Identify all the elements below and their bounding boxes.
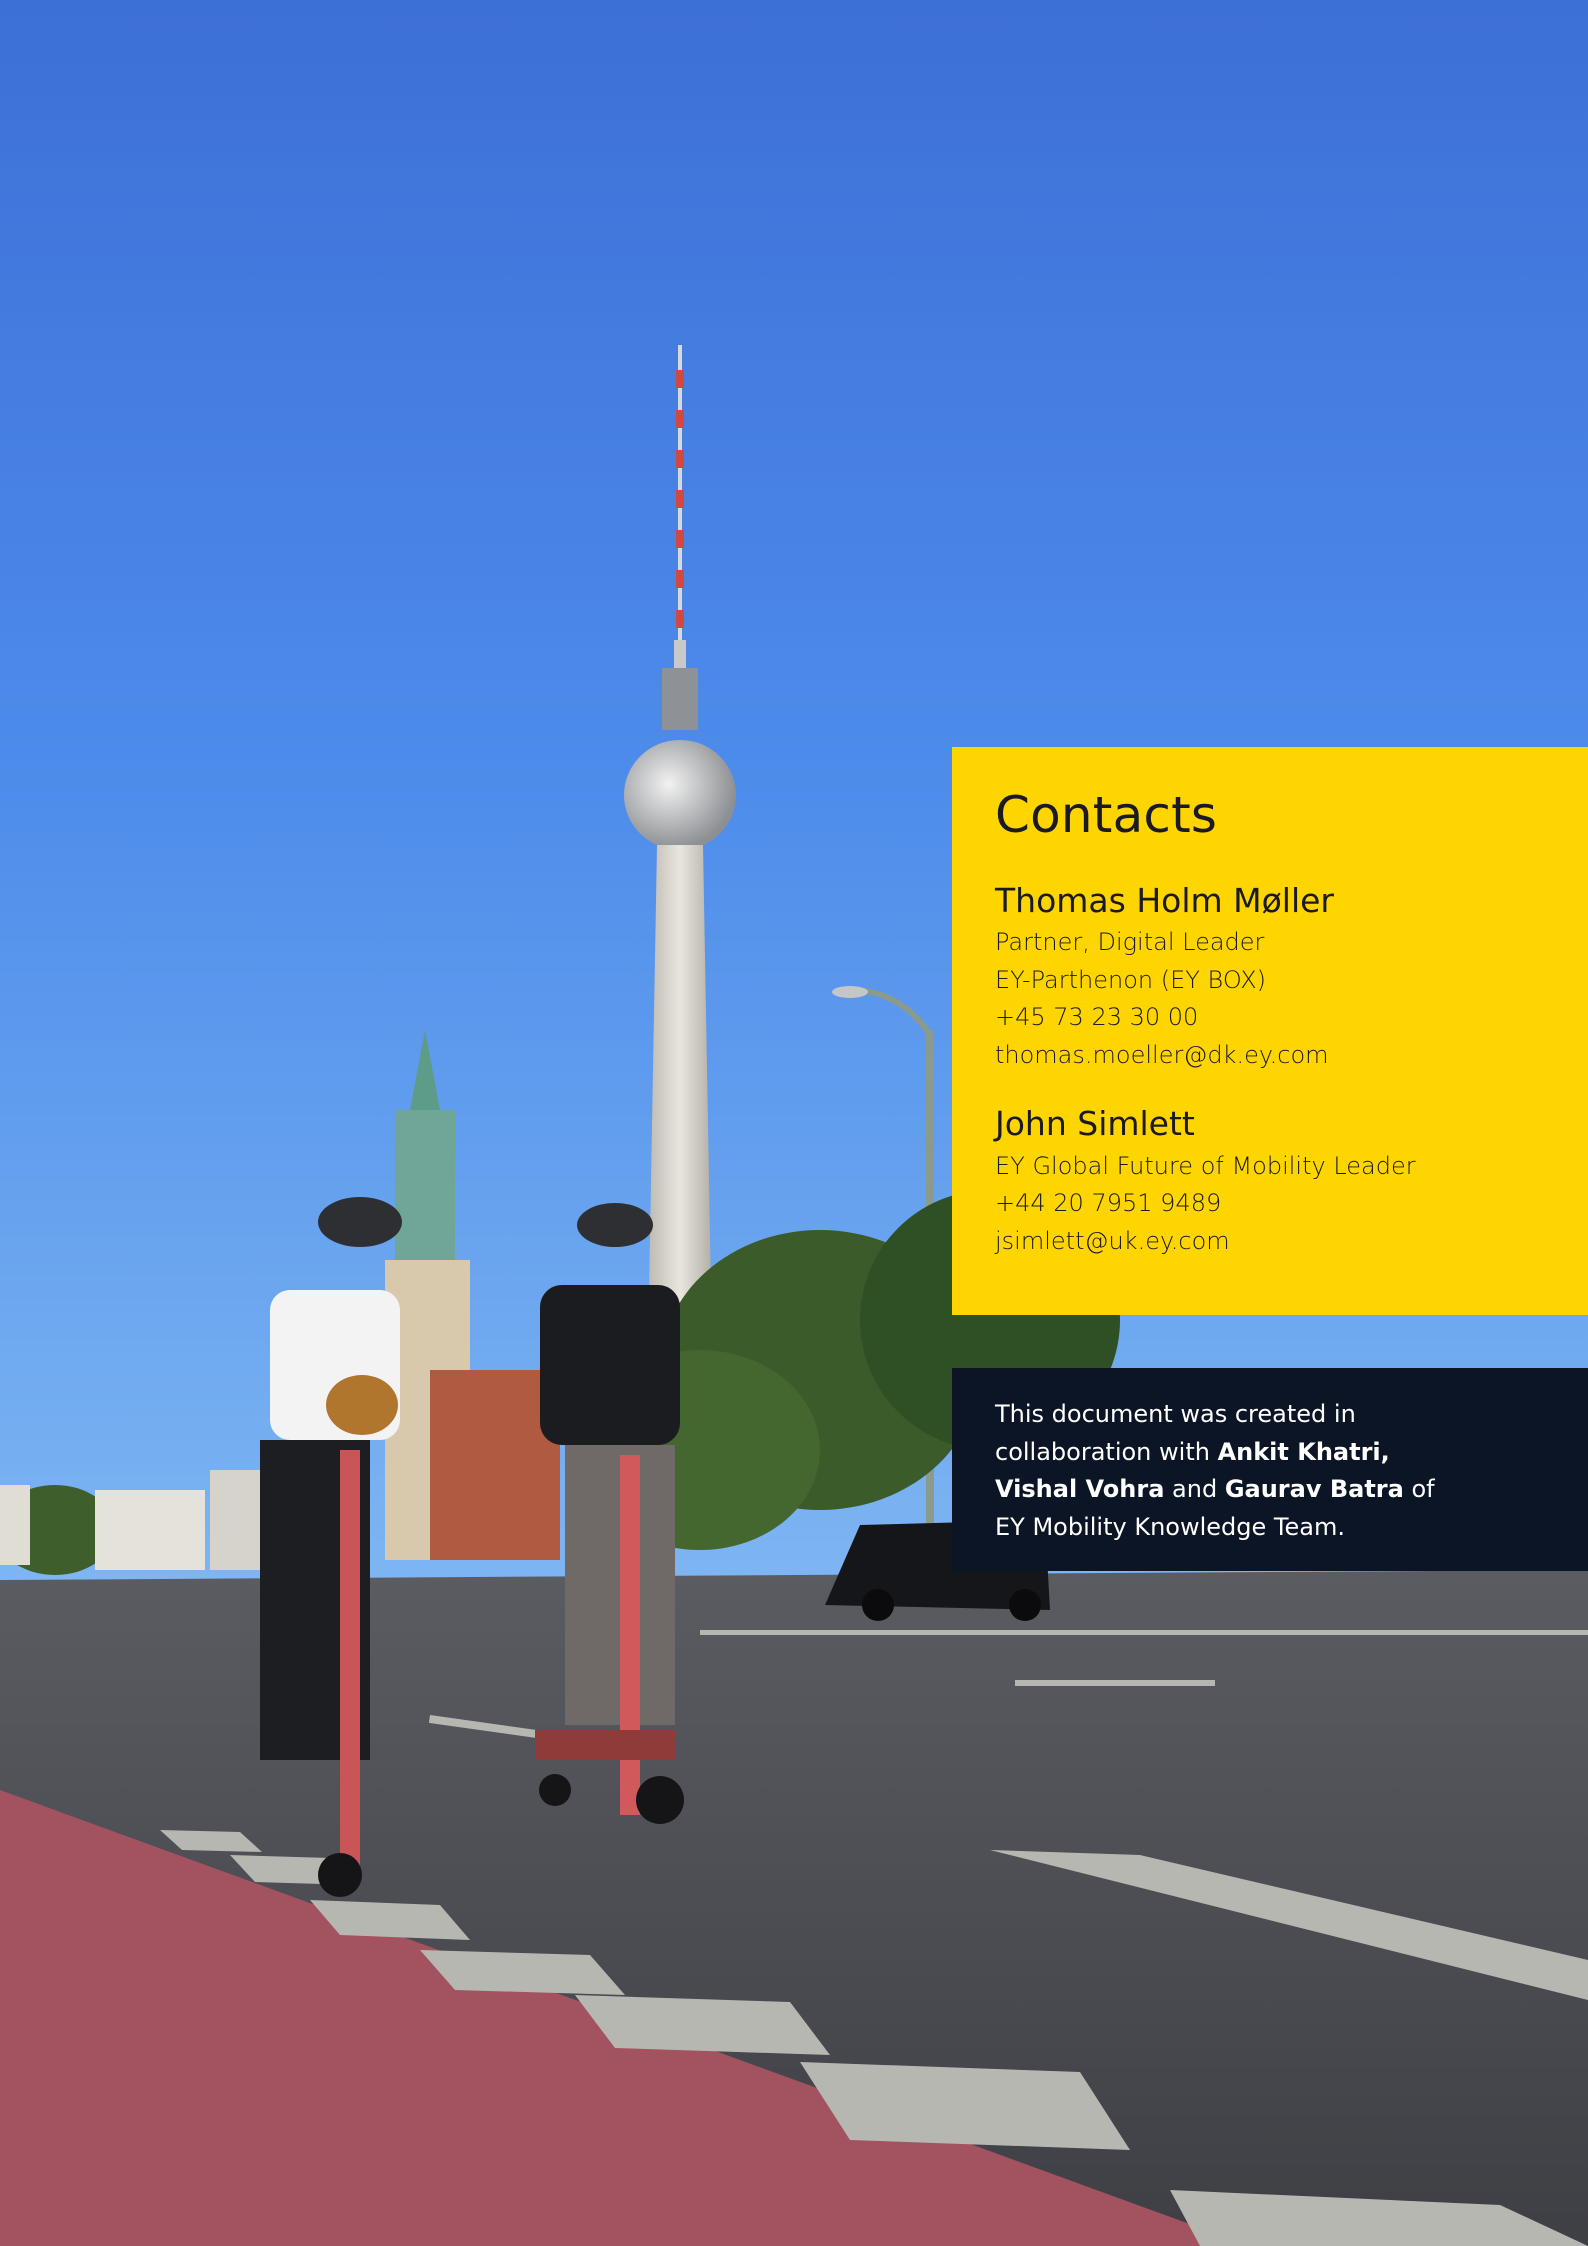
contact-name: John Simlett <box>995 1104 1195 1144</box>
contact-phone[interactable]: +44 20 7951 9489 <box>995 1185 1548 1223</box>
credit-text: and <box>1164 1475 1225 1503</box>
credit-text: This document was created in <box>995 1400 1356 1428</box>
credit-text: of <box>1403 1475 1435 1503</box>
credit-line: Vishal Vohra and Gaurav Batra of <box>995 1471 1548 1509</box>
credit-person-name: Ankit Khatri, <box>1217 1437 1390 1466</box>
contact-phone[interactable]: +45 73 23 30 00 <box>995 999 1548 1037</box>
credit-person-name: Gaurav Batra <box>1224 1475 1404 1503</box>
contact-card-thomas: Thomas Holm Møller Partner, Digital Lead… <box>995 881 1548 1075</box>
credit-text: collaboration with <box>995 1437 1218 1466</box>
contacts-heading: Contacts <box>995 786 1218 844</box>
contact-organization: EY-Parthenon (EY BOX) <box>995 965 1266 994</box>
credit-person-name: Vishal Vohra <box>995 1475 1165 1503</box>
credit-text: EY Mobility Knowledge Team. <box>995 1512 1345 1541</box>
credit-line: EY Mobility Knowledge Team. <box>995 1509 1548 1547</box>
contact-card-john: John Simlett EY Global Future of Mobilit… <box>995 1104 1548 1260</box>
credit-line: collaboration with Ankit Khatri, <box>995 1434 1548 1472</box>
contact-email[interactable]: thomas.moeller@dk.ey.com <box>995 1037 1548 1075</box>
credits-panel: This document was created in collaborati… <box>952 1368 1588 1571</box>
contact-title: Partner, Digital Leader <box>995 928 1265 957</box>
credit-line: This document was created in <box>995 1396 1548 1434</box>
contact-name: Thomas Holm Møller <box>995 880 1334 920</box>
contacts-panel: Contacts Thomas Holm Møller Partner, Dig… <box>952 747 1588 1315</box>
contact-email[interactable]: jsimlett@uk.ey.com <box>995 1223 1548 1261</box>
contact-title: EY Global Future of Mobility Leader <box>995 1151 1416 1180</box>
